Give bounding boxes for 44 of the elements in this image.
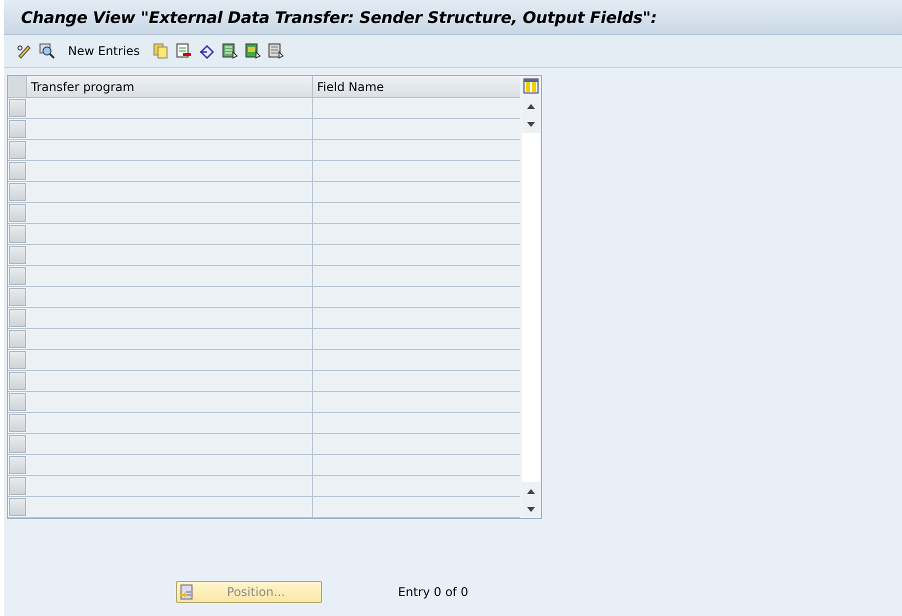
entry-count: Entry 0 of 0 [398,585,468,599]
row-selector[interactable] [9,246,26,264]
row-selector[interactable] [9,414,26,432]
deselect-all-icon[interactable] [268,43,284,59]
up-arrow-icon [526,104,534,108]
new-entries-button[interactable]: New Entries [64,44,144,58]
row-selector[interactable] [9,351,26,369]
column-header[interactable]: Transfer program [27,76,313,97]
select-block-icon[interactable] [244,43,261,59]
row-selector[interactable] [9,456,26,474]
row-selector[interactable] [9,183,26,201]
scroll-down-button[interactable] [522,115,540,133]
row-selector[interactable] [9,162,26,180]
row-selector[interactable] [9,204,26,222]
row-selector[interactable] [9,309,26,327]
row-selector[interactable] [9,393,26,411]
scroll-up-button[interactable] [522,482,540,500]
column-settings-icon[interactable] [522,78,538,94]
down-arrow-icon [526,122,534,126]
row-selector[interactable] [9,372,26,390]
pencil-glasses-icon[interactable] [16,43,32,59]
delete-rows-icon[interactable] [176,43,192,59]
row-selector[interactable] [9,99,26,117]
row-selector[interactable] [9,498,26,516]
row-selector[interactable] [9,477,26,495]
undo-arrow-icon[interactable] [198,43,215,59]
select-all-cell[interactable] [8,76,27,97]
row-selector[interactable] [9,288,26,306]
row-selector[interactable] [9,225,26,243]
window-title: Change View "External Data Transfer: Sender Structure, Output Fields": [21,8,657,26]
down-arrow-icon [526,506,534,512]
scroll-down-button[interactable] [522,500,540,518]
up-arrow-icon [526,488,534,494]
row-selector[interactable] [9,435,26,453]
row-selector[interactable] [9,120,26,138]
magnifier-icon[interactable] [39,43,55,59]
column-header[interactable]: Field Name [313,76,520,97]
row-selector[interactable] [9,267,26,285]
select-all-icon[interactable] [222,43,238,59]
copy-icon[interactable] [152,43,169,59]
row-selector[interactable] [9,141,26,159]
scroll-up-button[interactable] [522,97,540,115]
position-icon [179,584,193,600]
row-selector[interactable] [9,330,26,348]
